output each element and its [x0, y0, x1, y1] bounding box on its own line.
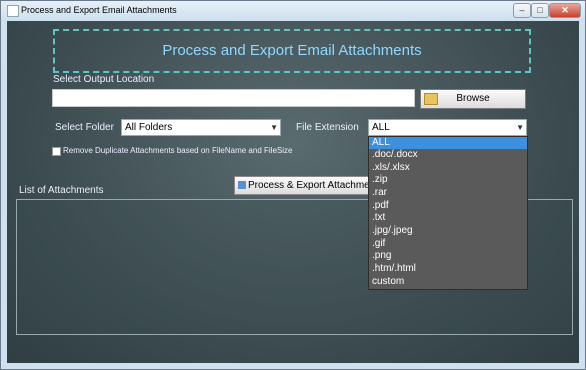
page-title: Process and Export Email Attachments: [162, 42, 422, 59]
dropdown-option[interactable]: .gif: [369, 238, 527, 250]
app-icon: [7, 5, 19, 17]
process-export-label: Process & Export Attachments: [248, 180, 376, 191]
folder-select[interactable]: All Folders ▼: [121, 119, 281, 136]
dropdown-option[interactable]: custom: [369, 276, 527, 288]
folder-label: Select Folder: [55, 122, 114, 133]
remove-duplicates-checkbox[interactable]: [52, 147, 61, 156]
chevron-down-icon: ▼: [516, 123, 524, 132]
dropdown-option[interactable]: .jpg/.jpeg: [369, 225, 527, 237]
folder-select-value: All Folders: [125, 122, 173, 133]
minimize-button[interactable]: –: [513, 3, 531, 18]
extension-select-value: ALL: [372, 122, 390, 133]
extension-dropdown-list[interactable]: ALL .doc/.docx .xls/.xlsx .zip .rar .pdf…: [368, 136, 528, 290]
browse-button[interactable]: Browse: [420, 89, 526, 109]
output-location-input[interactable]: [52, 89, 415, 107]
maximize-button[interactable]: □: [531, 3, 549, 18]
dropdown-option[interactable]: .pdf: [369, 200, 527, 212]
output-location-label: Select Output Location: [53, 74, 155, 85]
browse-label: Browse: [456, 93, 490, 104]
attachments-list-label: List of Attachments: [19, 185, 104, 196]
dropdown-option[interactable]: .txt: [369, 212, 527, 224]
app-window: Process and Export Email Attachments – □…: [0, 0, 586, 370]
remove-duplicates-label: Remove Duplicate Attachments based on Fi…: [63, 146, 293, 155]
dropdown-option[interactable]: .zip: [369, 174, 527, 186]
chevron-down-icon: ▼: [270, 123, 278, 132]
title-bar: Process and Export Email Attachments – □…: [1, 1, 585, 21]
process-export-button[interactable]: Process & Export Attachments: [234, 176, 376, 195]
export-icon: [238, 181, 246, 189]
header-box: Process and Export Email Attachments: [53, 29, 531, 73]
close-button[interactable]: ✕: [549, 3, 581, 18]
main-panel: Process and Export Email Attachments Sel…: [7, 21, 579, 363]
dropdown-option[interactable]: ALL: [369, 137, 527, 149]
window-title: Process and Export Email Attachments: [21, 5, 177, 15]
dropdown-option[interactable]: .xls/.xlsx: [369, 162, 527, 174]
dropdown-option[interactable]: .rar: [369, 187, 527, 199]
extension-select[interactable]: ALL ▼: [368, 119, 527, 136]
dropdown-option[interactable]: .png: [369, 250, 527, 262]
dropdown-option[interactable]: .htm/.html: [369, 263, 527, 275]
extension-label: File Extension: [296, 122, 359, 133]
dropdown-option[interactable]: .doc/.docx: [369, 149, 527, 161]
